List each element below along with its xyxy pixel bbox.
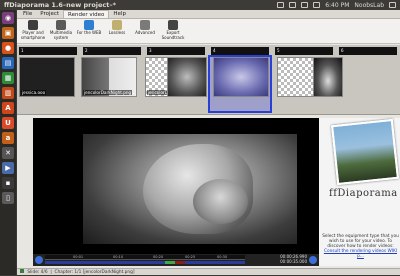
help-text: Select the equipment type that you wish … — [322, 234, 399, 249]
tab-project[interactable]: Project — [36, 10, 63, 18]
amazon-icon[interactable]: a — [2, 132, 14, 144]
advanced-icon — [140, 20, 150, 30]
segment-5[interactable]: 5 — [275, 47, 333, 55]
ffdiaporama-icon[interactable]: ▶ — [2, 162, 14, 174]
status-slide: Slide: 4/6 — [27, 270, 48, 275]
info-panel: ffDiaporama Select the equipment type th… — [319, 118, 400, 266]
status-chapter: Chapter: 1/1 [jencolorDarkNight.png] — [54, 270, 135, 275]
fullscreen-icon[interactable] — [309, 256, 317, 264]
writer-icon[interactable]: ▤ — [2, 57, 14, 69]
render-toolbar: Player and smartphone Multimedia system … — [17, 19, 400, 44]
web-icon — [84, 20, 94, 30]
ruler-tick: 00:20 — [153, 255, 164, 259]
slide-thumbnail[interactable] — [313, 57, 343, 97]
files-icon[interactable]: ▣ — [2, 27, 14, 39]
menu-tabs: File Project Render video Help — [17, 10, 400, 19]
logo-photo — [331, 118, 399, 186]
multimedia-system-button[interactable]: Multimedia system — [47, 19, 75, 40]
slide-thumbnail[interactable]: jessica.ooo — [19, 57, 75, 97]
status-icon — [20, 269, 24, 273]
multimedia-icon — [56, 20, 66, 30]
tab-file[interactable]: File — [19, 10, 36, 18]
time-total: 00:00:35.000 — [280, 259, 307, 264]
software-center-icon[interactable]: A — [2, 102, 14, 114]
time-readout: 00:00:26.990 00:00:35.000 — [280, 254, 307, 264]
user-name[interactable]: NoobsLab — [354, 2, 384, 9]
playback-controls: 00:01 00:10 00:20 00:25 00:30 00:00:26.9… — [33, 254, 319, 266]
wiki-link[interactable]: Consult the rendering videos WIKI p... — [321, 249, 400, 259]
segment-4[interactable]: 4 — [211, 47, 269, 55]
tab-render-video[interactable]: Render video — [63, 10, 110, 18]
slide-thumbnail[interactable] — [167, 57, 207, 97]
lossless-icon — [112, 20, 122, 30]
calc-icon[interactable]: ▦ — [2, 72, 14, 84]
segment-6[interactable]: 6 — [339, 47, 397, 55]
tab-help[interactable]: Help — [109, 10, 130, 18]
export-soundtrack-button[interactable]: Export Soundtrack — [159, 19, 187, 40]
for-the-web-button[interactable]: For the WEB — [75, 19, 103, 36]
status-bar: Slide: 4/6 | Chapter: 1/1 [jencolorDarkN… — [17, 268, 400, 275]
cub-shape — [193, 179, 248, 224]
settings-icon[interactable]: ✕ — [2, 147, 14, 159]
volume-icon[interactable] — [313, 2, 321, 8]
ruler-tick: 00:25 — [185, 255, 196, 259]
firefox-icon[interactable]: ● — [2, 42, 14, 54]
segment-1[interactable]: 1 — [19, 47, 77, 55]
slide-thumbnail[interactable]: jencolorDarkNight.png — [81, 57, 137, 97]
soundtrack-icon — [168, 20, 178, 30]
chapter-bar[interactable] — [45, 261, 245, 264]
launcher-bar: ◉ ▣ ● ▤ ▦ ▥ A U a ✕ ▶ ▪ ▯ — [0, 10, 16, 275]
battery-icon[interactable] — [301, 2, 309, 8]
player-smartphone-button[interactable]: Player and smartphone — [19, 19, 47, 40]
lossless-button[interactable]: Lossless — [103, 19, 131, 36]
play-icon[interactable] — [35, 256, 43, 264]
window-title: ffDiaporama 1.6–new project–* — [4, 1, 117, 9]
segment-2[interactable]: 2 — [83, 47, 141, 55]
power-icon[interactable] — [389, 2, 396, 8]
ruler-tick: 00:01 — [73, 255, 84, 259]
time-ruler[interactable]: 00:01 00:10 00:20 00:25 00:30 — [45, 255, 245, 260]
system-top-bar: ffDiaporama 1.6–new project–* 6:40 PM No… — [0, 0, 400, 10]
slide-timeline[interactable]: 1 2 3 4 5 6 jessica.ooo jencolorDarkNigh… — [17, 45, 400, 115]
network-icon[interactable] — [289, 2, 297, 8]
player-icon — [28, 20, 38, 30]
clock[interactable]: 6:40 PM — [325, 2, 349, 9]
impress-icon[interactable]: ▥ — [2, 87, 14, 99]
trash-icon[interactable]: ▯ — [2, 192, 14, 204]
preview-image — [83, 134, 297, 244]
slide-thumbnail[interactable] — [213, 57, 269, 97]
help-text-block: Select the equipment type that you wish … — [321, 234, 400, 259]
tray: 6:40 PM NoobsLab — [277, 2, 400, 9]
ruler-tick: 00:30 — [217, 255, 228, 259]
mail-icon[interactable] — [277, 2, 285, 8]
ruler-tick: 00:10 — [113, 255, 124, 259]
segment-3[interactable]: 3 — [147, 47, 205, 55]
app-logo: ffDiaporama — [329, 188, 398, 199]
advanced-button[interactable]: Advanced — [131, 19, 159, 36]
dash-icon[interactable]: ◉ — [2, 12, 14, 24]
video-preview[interactable]: 00:01 00:10 00:20 00:25 00:30 00:00:26.9… — [33, 118, 319, 266]
ubuntu-one-icon[interactable]: U — [2, 117, 14, 129]
app-window: File Project Render video Help Player an… — [17, 10, 400, 275]
workspaces-icon[interactable]: ▪ — [2, 177, 14, 189]
